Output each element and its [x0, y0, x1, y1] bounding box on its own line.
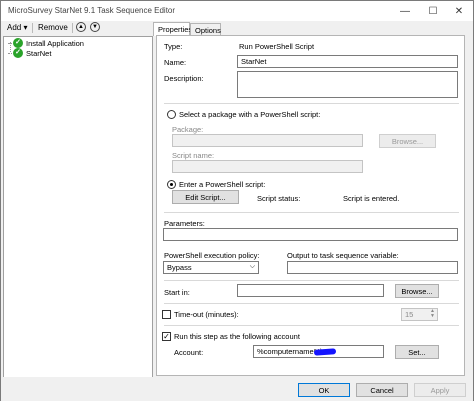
- tree-item-label: Install Application: [26, 38, 84, 48]
- separator: [164, 325, 459, 326]
- toolbar: Add ▾ Remove ▲ ▼: [1, 21, 153, 35]
- execution-policy-label: PowerShell execution policy:: [164, 251, 260, 260]
- separator: [164, 212, 459, 213]
- execution-policy-value: Bypass: [167, 263, 192, 272]
- remove-button[interactable]: Remove: [38, 23, 68, 32]
- package-label: Package:: [172, 125, 204, 134]
- timeout-label: Time-out (minutes):: [174, 310, 239, 319]
- account-label: Account:: [174, 348, 204, 357]
- task-tree: ✓ Install Application ✓ StarNet: [3, 36, 153, 381]
- script-status-label: Script status:: [257, 194, 301, 203]
- check-circle-icon: ✓: [13, 48, 23, 58]
- maximize-icon[interactable]: ☐: [419, 1, 447, 21]
- apply-button[interactable]: Apply: [414, 383, 466, 397]
- cancel-button[interactable]: Cancel: [356, 383, 408, 397]
- name-label: Name:: [164, 58, 187, 67]
- run-as-label: Run this step as the following account: [174, 332, 300, 341]
- description-label: Description:: [164, 74, 204, 83]
- script-name-field[interactable]: [172, 160, 363, 173]
- script-status-value: Script is entered.: [343, 194, 400, 203]
- parameters-label: Parameters:: [164, 219, 205, 228]
- start-in-browse-button[interactable]: Browse...: [395, 284, 439, 298]
- enter-script-radio[interactable]: [167, 180, 176, 189]
- tree-connector: [8, 42, 12, 44]
- chevron-down-icon: ⌵: [249, 263, 255, 270]
- output-variable-field[interactable]: [287, 261, 458, 274]
- minimize-icon[interactable]: —: [391, 1, 419, 21]
- toolbar-divider: [72, 23, 73, 33]
- dialog-footer: OK Cancel Apply: [1, 377, 473, 401]
- run-as-checkbox[interactable]: ✓: [162, 332, 171, 341]
- toolbar-divider: [32, 23, 33, 33]
- check-circle-icon: ✓: [13, 38, 23, 48]
- timeout-value: 15: [405, 310, 414, 319]
- close-icon[interactable]: ✕: [445, 1, 473, 21]
- separator: [164, 280, 459, 281]
- separator: [164, 303, 459, 304]
- tab-properties[interactable]: Properties: [153, 22, 192, 36]
- set-account-button[interactable]: Set...: [395, 345, 439, 359]
- properties-panel: Type: Run PowerShell Script Name: StarNe…: [156, 35, 465, 376]
- enter-script-label: Enter a PowerShell script:: [179, 180, 266, 189]
- package-radio[interactable]: [167, 110, 176, 119]
- add-button[interactable]: Add ▾: [7, 23, 27, 32]
- type-value: Run PowerShell Script: [239, 42, 315, 51]
- tree-item-starnet[interactable]: ✓ StarNet: [8, 48, 51, 58]
- title-bar: MicroSurvey StarNet 9.1 Task Sequence Ed…: [1, 1, 473, 21]
- move-up-icon[interactable]: ▲: [76, 22, 86, 32]
- account-value: %computername%\: [257, 347, 323, 356]
- ok-button[interactable]: OK: [298, 383, 350, 397]
- tree-item-install-application[interactable]: ✓ Install Application: [8, 38, 84, 48]
- window-title: MicroSurvey StarNet 9.1 Task Sequence Ed…: [8, 6, 176, 15]
- type-label: Type:: [164, 42, 183, 51]
- separator: [164, 103, 459, 104]
- redaction-mark: [313, 348, 337, 356]
- tree-connector: [8, 52, 12, 54]
- task-sequence-editor-window: MicroSurvey StarNet 9.1 Task Sequence Ed…: [0, 0, 474, 401]
- execution-policy-select[interactable]: Bypass ⌵: [163, 261, 259, 274]
- script-name-label: Script name:: [172, 151, 215, 160]
- edit-script-button[interactable]: Edit Script...: [172, 190, 239, 204]
- tree-item-label: StarNet: [26, 48, 52, 58]
- package-browse-button[interactable]: Browse...: [379, 134, 436, 148]
- name-field[interactable]: StarNet: [237, 55, 458, 68]
- output-variable-label: Output to task sequence variable:: [287, 251, 399, 260]
- account-field[interactable]: %computername%\: [253, 345, 384, 358]
- move-down-icon[interactable]: ▼: [90, 22, 100, 32]
- timeout-stepper[interactable]: 15 ▲ ▼: [401, 308, 438, 321]
- spin-arrows-icon: ▲ ▼: [430, 308, 435, 319]
- package-field[interactable]: [172, 134, 363, 147]
- parameters-field[interactable]: [163, 228, 458, 241]
- start-in-field[interactable]: [237, 284, 384, 297]
- timeout-checkbox[interactable]: [162, 310, 171, 319]
- description-field[interactable]: [237, 71, 458, 98]
- start-in-label: Start in:: [164, 288, 190, 297]
- package-radio-label: Select a package with a PowerShell scrip…: [179, 110, 321, 119]
